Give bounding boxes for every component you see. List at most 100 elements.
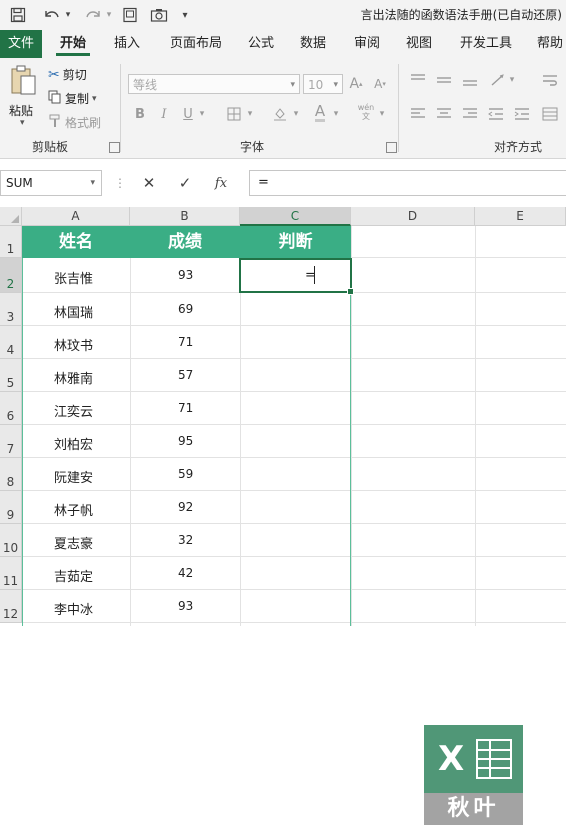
align-middle-icon[interactable] <box>434 70 454 90</box>
row-header-2[interactable]: 2 <box>0 258 22 293</box>
tab-file[interactable]: 文件 <box>0 30 42 58</box>
table-header-score[interactable]: 成绩 <box>130 226 240 258</box>
row-header-1[interactable]: 1 <box>0 226 22 258</box>
row-header-7[interactable]: 7 <box>0 425 22 458</box>
merge-cells-icon[interactable] <box>540 104 560 124</box>
cell-score[interactable]: 57 <box>178 368 193 382</box>
customize-toolbar-icon[interactable]: ▾ <box>178 5 192 25</box>
row-header-3[interactable]: 3 <box>0 293 22 326</box>
tab-review[interactable]: 审阅 <box>346 30 388 58</box>
tab-developer[interactable]: 开发工具 <box>452 30 520 58</box>
wrap-text-icon[interactable] <box>540 70 560 90</box>
italic-button[interactable]: I <box>154 104 174 124</box>
copy-button[interactable]: 复制 ▾ <box>48 90 97 107</box>
font-color-icon[interactable]: A <box>310 102 330 122</box>
borders-dropdown-icon[interactable]: ▾ <box>244 104 256 124</box>
formula-bar-grip-icon[interactable]: ⋮ <box>114 175 126 191</box>
phonetic-guide-icon[interactable]: wén 文 <box>356 102 376 122</box>
redo-icon[interactable] <box>82 5 104 25</box>
formula-input[interactable]: = <box>249 170 566 196</box>
cell-score[interactable]: 93 <box>178 599 193 613</box>
copy-dropdown-icon[interactable]: ▾ <box>92 94 97 104</box>
active-cell-c2[interactable]: = <box>239 258 354 295</box>
row-header-12[interactable]: 12 <box>0 590 22 623</box>
decrease-indent-icon[interactable] <box>486 104 506 124</box>
decrease-font-size-icon[interactable]: A ▾ <box>370 74 390 94</box>
cell-score[interactable]: 71 <box>178 335 193 349</box>
paste-dropdown-icon[interactable]: ▾ <box>20 118 25 128</box>
tab-formulas[interactable]: 公式 <box>240 30 282 58</box>
tab-help[interactable]: 帮助 <box>530 30 566 58</box>
cell-name[interactable]: 张吉惟 <box>54 268 93 287</box>
cell-score[interactable]: 71 <box>178 401 193 415</box>
cell-name[interactable]: 吉茹定 <box>54 566 93 585</box>
tab-home[interactable]: 开始 <box>52 30 94 58</box>
phonetic-dropdown-icon[interactable]: ▾ <box>376 104 388 124</box>
row-header-4[interactable]: 4 <box>0 326 22 359</box>
name-box[interactable]: SUM ▾ <box>0 170 102 196</box>
cell-score[interactable]: 92 <box>178 500 193 514</box>
insert-function-button[interactable]: fx <box>205 170 237 196</box>
tab-page-layout[interactable]: 页面布局 <box>162 30 230 58</box>
borders-icon[interactable] <box>224 104 244 124</box>
underline-dropdown-icon[interactable]: ▾ <box>196 104 208 124</box>
cell-name[interactable]: 夏志豪 <box>54 533 93 552</box>
table-header-name[interactable]: 姓名 <box>22 226 130 258</box>
camera-icon[interactable] <box>148 5 170 25</box>
cell-name[interactable]: 阮建安 <box>54 467 93 486</box>
orientation-icon[interactable] <box>488 70 508 90</box>
font-color-dropdown-icon[interactable]: ▾ <box>330 104 342 124</box>
row-header-8[interactable]: 8 <box>0 458 22 491</box>
row-header-10[interactable]: 10 <box>0 524 22 557</box>
column-header-d[interactable]: D <box>351 207 475 226</box>
row-header-9[interactable]: 9 <box>0 491 22 524</box>
cancel-button[interactable]: ✕ <box>133 170 165 196</box>
save-icon[interactable] <box>8 5 28 25</box>
cell-name[interactable]: 林雅南 <box>54 368 93 387</box>
font-name-dropdown-icon[interactable]: ▾ <box>290 75 295 95</box>
select-all-button[interactable] <box>0 207 22 226</box>
align-center-icon[interactable] <box>434 104 454 124</box>
fill-color-dropdown-icon[interactable]: ▾ <box>290 104 302 124</box>
fill-color-icon[interactable] <box>270 104 290 124</box>
tab-view[interactable]: 视图 <box>398 30 440 58</box>
fill-handle[interactable] <box>347 288 354 295</box>
row-header-6[interactable]: 6 <box>0 392 22 425</box>
undo-icon[interactable] <box>40 5 64 25</box>
cut-button[interactable]: ✂ 剪切 <box>48 66 87 83</box>
print-preview-icon[interactable] <box>120 5 140 25</box>
enter-button[interactable]: ✓ <box>169 170 201 196</box>
align-bottom-icon[interactable] <box>460 70 480 90</box>
column-header-a[interactable]: A <box>22 207 130 226</box>
name-box-dropdown-icon[interactable]: ▾ <box>90 171 95 195</box>
cell-name[interactable]: 刘柏宏 <box>54 434 93 453</box>
cell-name[interactable]: 江奕云 <box>54 401 93 420</box>
paste-button[interactable]: 粘贴 ▾ <box>6 64 42 128</box>
undo-dropdown-icon[interactable]: ▾ <box>63 5 73 25</box>
column-header-b[interactable]: B <box>130 207 240 226</box>
tab-data[interactable]: 数据 <box>292 30 334 58</box>
row-header-5[interactable]: 5 <box>0 359 22 392</box>
cell-score[interactable]: 95 <box>178 434 193 448</box>
cell-name[interactable]: 林国瑞 <box>54 302 93 321</box>
align-right-icon[interactable] <box>460 104 480 124</box>
cell-score[interactable]: 59 <box>178 467 193 481</box>
column-header-c[interactable]: C <box>240 207 351 226</box>
font-name-combo[interactable]: 等线 ▾ <box>128 74 300 94</box>
cell-score[interactable]: 42 <box>178 566 193 580</box>
cell-name[interactable]: 林子帆 <box>54 500 93 519</box>
format-painter-button[interactable]: 格式刷 <box>48 114 101 131</box>
align-left-icon[interactable] <box>408 104 428 124</box>
tab-insert[interactable]: 插入 <box>106 30 148 58</box>
font-size-dropdown-icon[interactable]: ▾ <box>333 75 338 95</box>
cell-name[interactable]: 李中冰 <box>54 599 93 618</box>
column-header-e[interactable]: E <box>475 207 566 226</box>
font-launcher-icon[interactable] <box>386 142 397 153</box>
underline-button[interactable]: U <box>178 104 198 124</box>
cell-score[interactable]: 69 <box>178 302 193 316</box>
cell-name[interactable]: 林玟书 <box>54 335 93 354</box>
increase-indent-icon[interactable] <box>512 104 532 124</box>
redo-dropdown-icon[interactable]: ▾ <box>104 5 114 25</box>
cell-score[interactable]: 93 <box>178 268 193 282</box>
increase-font-size-icon[interactable]: A ▴ <box>346 74 366 94</box>
